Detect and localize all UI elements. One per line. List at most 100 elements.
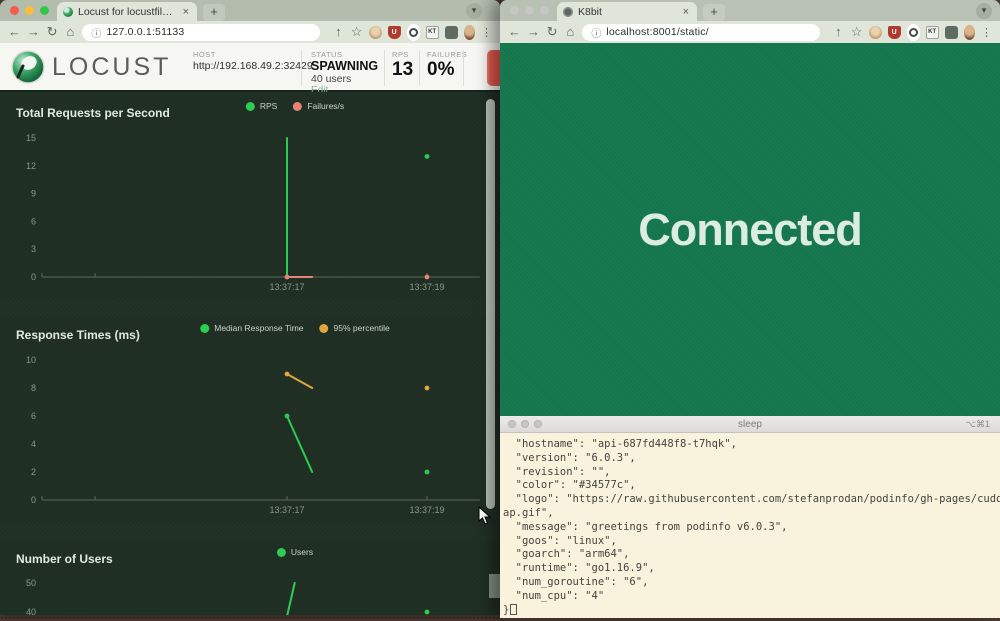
k8bit-browser-window: K8bit × + ▾ ← → ↻ ⌂ ⓘ localhost:8001/sta… <box>500 0 1000 619</box>
k8bit-favicon-icon <box>563 7 573 17</box>
terminal-window-controls[interactable] <box>500 420 542 428</box>
chart-number-of-users: Number of Users Users 4050 <box>0 541 500 615</box>
url-text: 127.0.0.1:51133 <box>106 26 184 38</box>
reload-button[interactable]: ↻ <box>46 24 58 40</box>
rps-label: RPS <box>392 50 413 59</box>
site-info-icon[interactable]: ⓘ <box>91 25 101 40</box>
svg-text:2: 2 <box>31 467 36 477</box>
svg-text:50: 50 <box>26 578 36 588</box>
failures-label: FAILURES <box>427 50 467 59</box>
close-window-button[interactable] <box>508 420 516 428</box>
svg-text:9: 9 <box>31 189 36 199</box>
tab-overflow-button[interactable]: ▾ <box>466 3 482 19</box>
svg-text:0: 0 <box>31 495 36 505</box>
share-icon[interactable]: ↑ <box>332 24 344 40</box>
zoom-window-button[interactable] <box>534 420 542 428</box>
browser-menu-icon[interactable]: ⋮ <box>981 26 992 39</box>
terminal-output[interactable]: "hostname": "api-687fd448f8-t7hqk", "ver… <box>500 433 1000 618</box>
zoom-window-button[interactable] <box>40 6 49 15</box>
mouse-cursor <box>477 506 493 526</box>
home-button[interactable]: ⌂ <box>64 24 76 40</box>
tab-bar: Locust for locustfile.py × + ▾ <box>0 0 500 21</box>
share-icon[interactable]: ↑ <box>832 24 844 40</box>
terminal-window: sleep ⌥⌘1 "hostname": "api-687fd448f8-t7… <box>500 416 1000 618</box>
tab-bar: K8bit × + ▾ <box>500 0 1000 21</box>
new-tab-button[interactable]: + <box>203 4 225 21</box>
host-value: http://192.168.49.2:32429 <box>193 60 313 72</box>
profile-avatar[interactable] <box>464 25 475 40</box>
status-group: STATUS SPAWNING 40 users Edit <box>311 50 378 96</box>
profile-avatar[interactable] <box>964 25 975 40</box>
svg-text:12: 12 <box>26 161 36 171</box>
locust-header: LOCUST HOST http://192.168.49.2:32429 ST… <box>0 43 500 92</box>
rps-value: 13 <box>392 59 413 81</box>
bookmark-star-icon[interactable]: ☆ <box>351 24 363 40</box>
extension-ublock-icon[interactable]: U <box>388 26 401 39</box>
stop-button[interactable] <box>487 50 500 86</box>
forward-button[interactable]: → <box>27 24 40 40</box>
host-label: HOST <box>193 50 313 59</box>
bookmark-star-icon[interactable]: ☆ <box>851 24 863 40</box>
close-tab-icon[interactable]: × <box>681 6 691 18</box>
url-text: localhost:8001/static/ <box>606 26 708 38</box>
browser-toolbar: ← → ↻ ⌂ ⓘ 127.0.0.1:51133 ↑ ☆ U KT ⋮ <box>0 21 500 43</box>
failures-group: FAILURES 0% <box>427 50 467 81</box>
svg-text:13:37:19: 13:37:19 <box>409 282 444 292</box>
site-info-icon[interactable]: ⓘ <box>591 25 601 40</box>
response-times-chart: 13:37:1713:37:190246810 <box>0 317 500 523</box>
terminal-titlebar: sleep ⌥⌘1 <box>500 416 1000 433</box>
failures-value: 0% <box>427 59 467 81</box>
locust-browser-window: Locust for locustfile.py × + ▾ ← → ↻ ⌂ ⓘ… <box>0 0 500 615</box>
extension-kt-icon[interactable]: KT <box>926 26 939 39</box>
tab-k8bit[interactable]: K8bit × <box>557 2 697 21</box>
svg-text:10: 10 <box>26 355 36 365</box>
svg-text:13:37:17: 13:37:17 <box>269 505 304 515</box>
extension-ublock-icon[interactable]: U <box>888 26 901 39</box>
users-count: 40 users <box>311 73 378 85</box>
minimize-window-button[interactable] <box>525 6 534 15</box>
svg-text:13:37:19: 13:37:19 <box>409 505 444 515</box>
locust-logo-icon <box>10 49 46 85</box>
address-bar[interactable]: ⓘ 127.0.0.1:51133 <box>82 24 320 41</box>
zoom-window-button[interactable] <box>540 6 549 15</box>
back-button[interactable]: ← <box>508 24 521 40</box>
address-bar[interactable]: ⓘ localhost:8001/static/ <box>582 24 820 41</box>
k8bit-status-page: Connected <box>500 43 1000 416</box>
back-button[interactable]: ← <box>8 24 21 40</box>
home-button[interactable]: ⌂ <box>564 24 576 40</box>
rps-chart: 13:37:1713:37:1903691215 <box>0 95 500 300</box>
extensions-puzzle-icon[interactable] <box>945 26 958 39</box>
svg-text:15: 15 <box>26 133 36 143</box>
forward-button[interactable]: → <box>527 24 540 40</box>
extensions-puzzle-icon[interactable] <box>445 26 458 39</box>
scrollbar-fragment[interactable] <box>489 574 500 598</box>
chart-response-times: Response Times (ms) Median Response Time… <box>0 317 500 523</box>
terminal-shortcut: ⌥⌘1 <box>966 419 990 430</box>
extension-active-icon[interactable] <box>407 24 420 41</box>
minimize-window-button[interactable] <box>521 420 529 428</box>
extension-kt-icon[interactable]: KT <box>426 26 439 39</box>
new-tab-button[interactable]: + <box>703 4 725 21</box>
svg-text:6: 6 <box>31 411 36 421</box>
host-group: HOST http://192.168.49.2:32429 <box>193 50 313 72</box>
window-controls[interactable] <box>0 6 57 15</box>
reload-button[interactable]: ↻ <box>546 24 558 40</box>
svg-text:3: 3 <box>31 244 36 254</box>
browser-menu-icon[interactable]: ⋮ <box>481 26 492 39</box>
window-controls[interactable] <box>500 6 557 15</box>
rps-group: RPS 13 <box>392 50 413 81</box>
chart-total-requests: Total Requests per Second RPSFailures/s … <box>0 95 500 300</box>
close-tab-icon[interactable]: × <box>181 6 191 18</box>
tab-title: Locust for locustfile.py <box>78 6 176 18</box>
tab-locust[interactable]: Locust for locustfile.py × <box>57 2 197 21</box>
close-window-button[interactable] <box>510 6 519 15</box>
extension-pug-icon[interactable] <box>869 26 882 39</box>
page-scrollbar[interactable] <box>486 99 495 509</box>
locust-brand-title: LOCUST <box>52 53 171 82</box>
extension-active-icon[interactable] <box>907 24 920 41</box>
close-window-button[interactable] <box>10 6 19 15</box>
minimize-window-button[interactable] <box>25 6 34 15</box>
svg-text:6: 6 <box>31 216 36 226</box>
tab-overflow-button[interactable]: ▾ <box>976 3 992 19</box>
extension-pug-icon[interactable] <box>369 26 382 39</box>
